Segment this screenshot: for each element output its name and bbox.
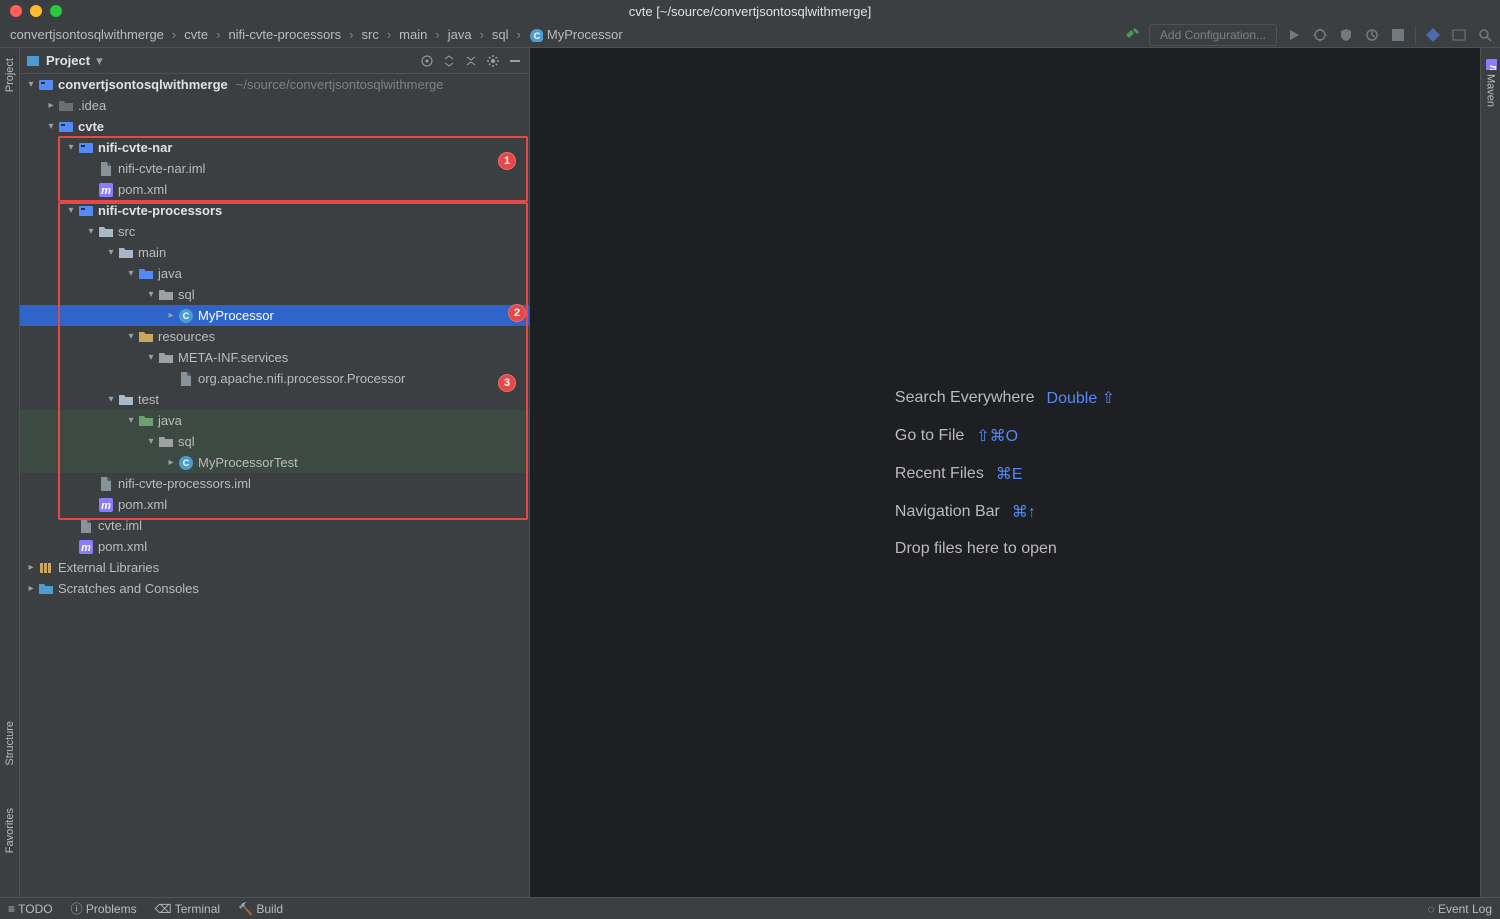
ide-settings-icon[interactable] bbox=[1450, 26, 1468, 44]
search-icon[interactable] bbox=[1476, 26, 1494, 44]
status-problems[interactable]: ⓘ Problems bbox=[71, 900, 137, 917]
coverage-icon[interactable] bbox=[1337, 26, 1355, 44]
stop-icon[interactable] bbox=[1389, 26, 1407, 44]
breadcrumb-item[interactable]: nifi-cvte-processors bbox=[224, 24, 345, 46]
status-todo[interactable]: ≡ TODO bbox=[8, 902, 53, 916]
tree-node-resources[interactable]: ▾ resources bbox=[20, 326, 529, 347]
tree-node-processors-module[interactable]: ▾ nifi-cvte-processors bbox=[20, 200, 529, 221]
tree-node-test[interactable]: ▾ test bbox=[20, 389, 529, 410]
git-icon[interactable] bbox=[1424, 26, 1442, 44]
project-tool-window: Project ▾ ▾ convertjsontosqlwithmerge ~/… bbox=[20, 48, 530, 897]
gear-icon[interactable] bbox=[485, 53, 501, 69]
title-bar: cvte [~/source/convertjsontosqlwithmerge… bbox=[0, 0, 1500, 22]
shortcut-label: ⌘↑ bbox=[1012, 502, 1036, 522]
tree-node-cvte-iml[interactable]: cvte.iml bbox=[20, 515, 529, 536]
status-event-log[interactable]: ◌ Event Log bbox=[1427, 902, 1492, 916]
breadcrumb-item[interactable]: convertjsontosqlwithmerge bbox=[6, 24, 168, 46]
project-pane-title[interactable]: Project bbox=[46, 53, 90, 68]
shortcut-label: ⌘E bbox=[996, 464, 1023, 484]
tree-node-root[interactable]: ▾ convertjsontosqlwithmerge ~/source/con… bbox=[20, 74, 529, 95]
tree-node-sql-test[interactable]: ▾ sql bbox=[20, 431, 529, 452]
locate-icon[interactable] bbox=[419, 53, 435, 69]
window-close-button[interactable] bbox=[10, 5, 22, 17]
status-build[interactable]: 🔨 Build bbox=[238, 902, 283, 916]
shortcut-label: Double ⇧ bbox=[1047, 388, 1116, 408]
tree-node-sql-main[interactable]: ▾ sql bbox=[20, 284, 529, 305]
editor-empty-state[interactable]: Search Everywhere Double ⇧ Go to File ⇧⌘… bbox=[530, 48, 1480, 897]
collapse-all-icon[interactable] bbox=[463, 53, 479, 69]
tree-node-proc-pom[interactable]: pom.xml bbox=[20, 494, 529, 515]
hint-search-everywhere: Search Everywhere Double ⇧ bbox=[895, 388, 1115, 408]
gutter-tab-project[interactable]: Project bbox=[4, 52, 16, 98]
project-tree[interactable]: ▾ convertjsontosqlwithmerge ~/source/con… bbox=[20, 74, 529, 599]
expand-all-icon[interactable] bbox=[441, 53, 457, 69]
breadcrumb-item[interactable]: cvte bbox=[180, 24, 212, 46]
hint-goto-file: Go to File ⇧⌘O bbox=[895, 426, 1115, 446]
tree-node-nar-pom[interactable]: pom.xml bbox=[20, 179, 529, 200]
build-hammer-icon[interactable] bbox=[1123, 26, 1141, 44]
run-icon[interactable] bbox=[1285, 26, 1303, 44]
hint-navigation-bar: Navigation Bar ⌘↑ bbox=[895, 502, 1115, 522]
annotation-badge-2: 2 bbox=[508, 304, 526, 322]
status-bar: ≡ TODO ⓘ Problems ⌫ Terminal 🔨 Build ◌ E… bbox=[0, 897, 1500, 919]
tree-node-cvte-pom[interactable]: pom.xml bbox=[20, 536, 529, 557]
chevron-down-icon[interactable]: ▾ bbox=[96, 53, 103, 69]
profile-icon[interactable] bbox=[1363, 26, 1381, 44]
annotation-badge-3: 3 bbox=[498, 374, 516, 392]
tree-node-nar-module[interactable]: ▾ nifi-cvte-nar bbox=[20, 137, 529, 158]
window-minimize-button[interactable] bbox=[30, 5, 42, 17]
project-pane-header: Project ▾ bbox=[20, 48, 529, 74]
tree-node-scratches[interactable]: ▸ Scratches and Consoles bbox=[20, 578, 529, 599]
breadcrumb-item[interactable]: sql bbox=[488, 24, 513, 46]
right-tool-gutter: Maven bbox=[1480, 48, 1500, 897]
tree-node-meta-inf[interactable]: ▾ META-INF.services bbox=[20, 347, 529, 368]
gutter-tab-structure[interactable]: Structure bbox=[4, 715, 16, 772]
shortcut-label: ⇧⌘O bbox=[976, 426, 1018, 446]
tree-node-external-libraries[interactable]: ▸ External Libraries bbox=[20, 557, 529, 578]
breadcrumb-item[interactable]: MyProcessor bbox=[525, 24, 627, 46]
breadcrumb: convertjsontosqlwithmerge › cvte › nifi-… bbox=[6, 24, 1123, 46]
tree-node-idea[interactable]: ▸ .idea bbox=[20, 95, 529, 116]
debug-icon[interactable] bbox=[1311, 26, 1329, 44]
tree-node-my-processor[interactable]: ▸ MyProcessor bbox=[20, 305, 529, 326]
left-tool-gutter: Project Structure Favorites bbox=[0, 48, 20, 897]
status-terminal[interactable]: ⌫ Terminal bbox=[155, 902, 220, 916]
breadcrumb-item[interactable]: java bbox=[444, 24, 476, 46]
tree-node-java-test[interactable]: ▾ java bbox=[20, 410, 529, 431]
tree-node-spi-file[interactable]: org.apache.nifi.processor.Processor bbox=[20, 368, 529, 389]
breadcrumb-item[interactable]: main bbox=[395, 24, 431, 46]
gutter-tab-maven[interactable]: Maven bbox=[1485, 52, 1497, 113]
gutter-tab-favorites[interactable]: Favorites bbox=[4, 802, 16, 859]
window-title: cvte [~/source/convertjsontosqlwithmerge… bbox=[0, 4, 1500, 19]
hint-drop-files: Drop files here to open bbox=[895, 540, 1115, 558]
tree-node-src[interactable]: ▾ src bbox=[20, 221, 529, 242]
hint-recent-files: Recent Files ⌘E bbox=[895, 464, 1115, 484]
project-view-icon bbox=[26, 54, 40, 68]
add-configuration-button[interactable]: Add Configuration... bbox=[1149, 24, 1277, 46]
tree-node-nar-iml[interactable]: nifi-cvte-nar.iml bbox=[20, 158, 529, 179]
window-zoom-button[interactable] bbox=[50, 5, 62, 17]
tree-node-proc-iml[interactable]: nifi-cvte-processors.iml bbox=[20, 473, 529, 494]
annotation-badge-1: 1 bbox=[498, 152, 516, 170]
tree-node-my-processor-test[interactable]: ▸ MyProcessorTest bbox=[20, 452, 529, 473]
tree-node-java-main[interactable]: ▾ java bbox=[20, 263, 529, 284]
navigation-bar: convertjsontosqlwithmerge › cvte › nifi-… bbox=[0, 22, 1500, 48]
hide-icon[interactable] bbox=[507, 53, 523, 69]
breadcrumb-item[interactable]: src bbox=[357, 24, 382, 46]
tree-node-main[interactable]: ▾ main bbox=[20, 242, 529, 263]
tree-node-cvte[interactable]: ▾ cvte bbox=[20, 116, 529, 137]
